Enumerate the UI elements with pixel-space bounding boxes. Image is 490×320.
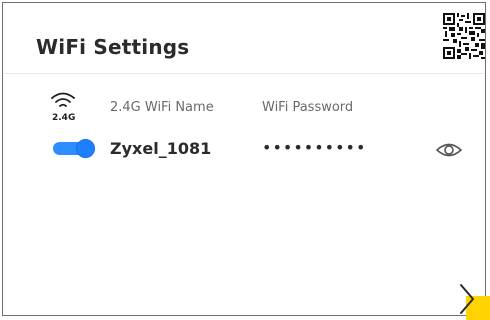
header-divider: [3, 73, 485, 74]
wifi-password-header: WiFi Password: [262, 100, 354, 115]
wifi-password-value: ••••••••••: [262, 138, 367, 157]
wifi-settings-card: WiFi Settings 2.4G 2.4G WiFi Name WiFi P: [2, 2, 486, 316]
page-title: WiFi Settings: [36, 35, 190, 59]
eye-icon[interactable]: [436, 142, 462, 158]
qr-code-icon[interactable]: [443, 13, 485, 59]
toggle-knob: [76, 139, 95, 158]
wifi-enable-toggle[interactable]: [53, 139, 95, 158]
band-label: 2.4G: [52, 113, 76, 123]
wifi-name-header: 2.4G WiFi Name: [110, 100, 214, 115]
chevron-right-icon[interactable]: [456, 282, 478, 316]
wifi-name-value: Zyxel_1081: [110, 139, 212, 158]
wifi-signal-icon: [51, 92, 75, 107]
